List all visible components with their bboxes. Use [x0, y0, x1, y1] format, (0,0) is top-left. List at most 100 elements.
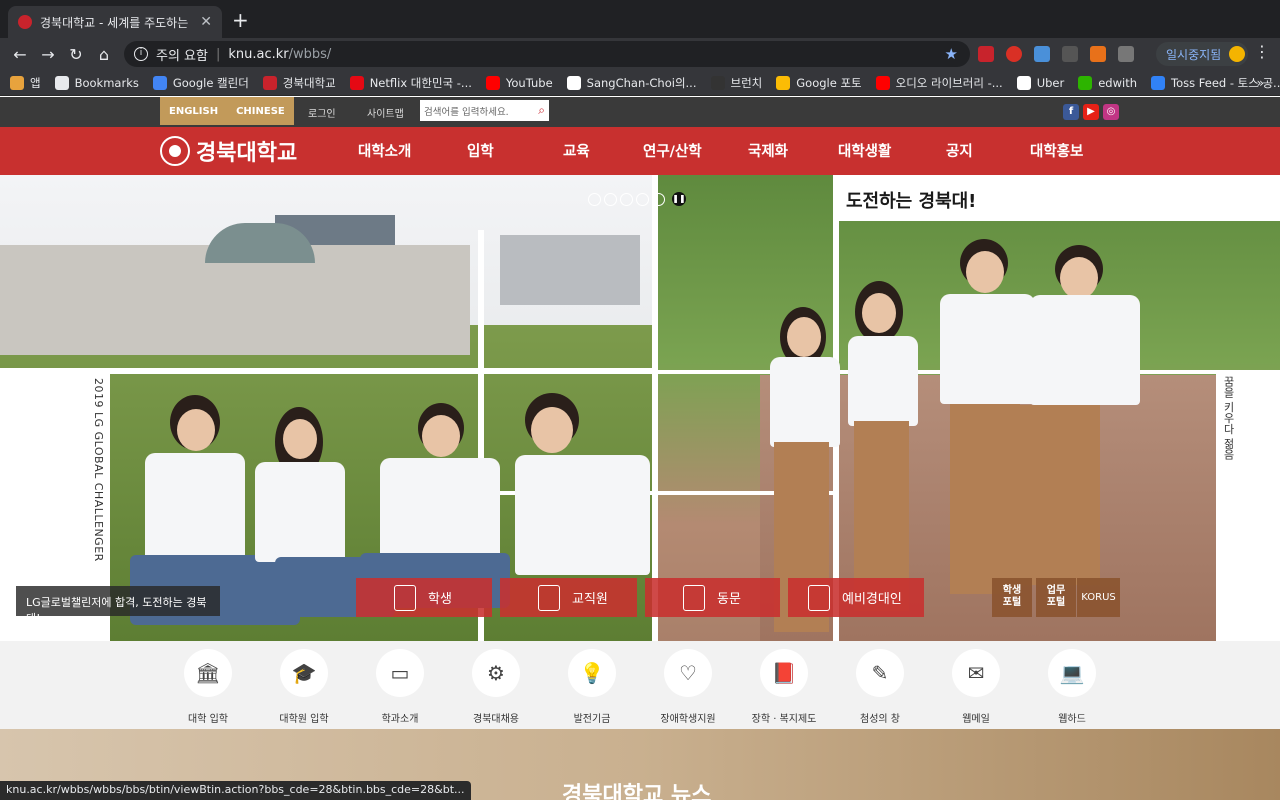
address-bar[interactable]: i 주의 요함 | knu.ac.kr/wbbs/ ★ — [124, 41, 970, 67]
more-menu-icon[interactable]: ⋮ — [1254, 42, 1270, 61]
news-title: 경북대학교 뉴스 — [562, 783, 712, 800]
forward-arrow-icon[interactable]: → — [34, 45, 62, 64]
bookmark-item[interactable]: Bookmarks — [54, 75, 139, 90]
prospective-icon — [808, 584, 830, 611]
quick-link-label: 첨성의 창 — [860, 714, 900, 725]
quick-link-label: 웹하드 — [1058, 714, 1086, 725]
quick-link-label: 경북대채용 — [473, 714, 519, 725]
lang-chinese[interactable]: CHINESE — [227, 106, 294, 117]
adblock-icon[interactable] — [1006, 46, 1022, 62]
extension-icon[interactable] — [1118, 46, 1134, 62]
quick-link-item[interactable]: 📕 장학 · 복지제도 — [736, 649, 832, 725]
youtube-icon[interactable]: ▶ — [1083, 104, 1099, 120]
close-tab-icon[interactable]: ✕ — [200, 14, 212, 30]
bookmark-label: edwith — [1098, 75, 1138, 90]
quick-link-item[interactable]: 🏛 대학 입학 — [160, 649, 256, 725]
lang-english[interactable]: ENGLISH — [160, 106, 227, 117]
laptop-icon: 💻 — [1048, 649, 1096, 697]
quick-student-button[interactable]: 학생 — [356, 578, 492, 617]
facebook-icon[interactable]: f — [1063, 104, 1079, 120]
google-icon — [566, 75, 581, 90]
menu-admission[interactable]: 입학 — [467, 140, 494, 161]
quick-link-item[interactable]: 🎓 대학원 입학 — [256, 649, 352, 725]
student-portal-button[interactable]: 학생 포털 — [992, 578, 1032, 617]
slider-dot[interactable] — [652, 192, 665, 206]
bookmark-item[interactable]: 오디오 라이브러리 -... — [875, 75, 1003, 91]
bookmark-item[interactable]: Uber — [1016, 75, 1064, 90]
toss-icon — [1151, 75, 1166, 90]
hero-vertical-text-right: 꿈을 키우다 젊음 — [1222, 376, 1235, 460]
quick-link-item[interactable]: 💡 발전기금 — [544, 649, 640, 725]
site-search-input[interactable]: 검색어를 입력하세요. ⌕ — [420, 100, 549, 121]
bookmark-item[interactable]: 경북대학교 — [262, 75, 336, 91]
quick-link-label: 웹메일 — [962, 714, 990, 725]
bookmark-item[interactable]: YouTube — [485, 75, 553, 90]
bookmark-item[interactable]: 앱 — [10, 75, 41, 91]
knu-icon — [262, 75, 277, 90]
bookmark-star-icon[interactable]: ★ — [945, 45, 958, 63]
korus-button[interactable]: KORUS — [1077, 578, 1120, 617]
menu-about[interactable]: 대학소개 — [358, 140, 411, 161]
quick-staff-button[interactable]: 교직원 — [500, 578, 637, 617]
back-arrow-icon[interactable]: ← — [6, 45, 34, 64]
site-logo[interactable]: 경북대학교 — [160, 135, 297, 167]
hero-slogan: 도전하는 경북대! — [846, 191, 977, 212]
new-tab-button[interactable]: + — [232, 10, 249, 30]
download-icon[interactable] — [1034, 46, 1050, 62]
search-icon[interactable]: ⌕ — [538, 103, 545, 118]
bookmark-item[interactable]: 브런치 — [710, 75, 763, 91]
quick-link-label: 장학 · 복지제도 — [751, 714, 817, 725]
quick-link-item[interactable]: ▭ 학과소개 — [352, 649, 448, 725]
menu-research[interactable]: 연구/산학 — [643, 140, 702, 161]
menu-education[interactable]: 교육 — [563, 140, 590, 161]
book-icon: 📕 — [760, 649, 808, 697]
bookmark-label: 오디오 라이브러리 -... — [895, 75, 1003, 90]
instagram-icon[interactable]: ◎ — [1103, 104, 1119, 120]
bookmark-label: Google 포토 — [796, 75, 862, 90]
home-icon[interactable]: ⌂ — [90, 45, 118, 64]
extension-icon[interactable] — [978, 46, 994, 62]
bookmark-item[interactable]: SangChan-Choi의... — [566, 75, 697, 91]
menu-campus-life[interactable]: 대학생활 — [838, 140, 891, 161]
browser-toolbar: ← → ↻ ⌂ i 주의 요함 | knu.ac.kr/wbbs/ ★ — [0, 38, 1280, 70]
quick-link-label: 대학 입학 — [188, 714, 228, 725]
bookmark-label: 브런치 — [730, 75, 763, 90]
quick-alumni-button[interactable]: 동문 — [645, 578, 780, 617]
quick-link-item[interactable]: 💻 웹하드 — [1024, 649, 1120, 725]
sitemap-link[interactable]: 사이트맵 — [367, 105, 404, 120]
quick-link-item[interactable]: ⚙ 경북대채용 — [448, 649, 544, 725]
profile-button[interactable]: 일시중지됨 — [1156, 42, 1248, 66]
slider-dot[interactable] — [604, 192, 617, 206]
info-icon[interactable]: i — [134, 47, 148, 61]
work-portal-button[interactable]: 업무 포털 — [1036, 578, 1076, 617]
pause-icon[interactable]: ❚❚ — [672, 192, 686, 206]
slider-pager: ❚❚ — [588, 192, 686, 206]
hero-caption[interactable]: LG글로벌챌린저에 합격, 도전하는 경북대! — [16, 586, 220, 625]
quick-link-item[interactable]: ✉ 웹메일 — [928, 649, 1024, 725]
quick-link-item[interactable]: ♡ 장애학생지원 — [640, 649, 736, 725]
quick-link-item[interactable]: ✎ 첨성의 창 — [832, 649, 928, 725]
bookmarks-more-icon[interactable]: » — [1257, 76, 1264, 90]
mail-icon: ✉ — [952, 649, 1000, 697]
login-link[interactable]: 로그인 — [308, 105, 336, 120]
menu-notice[interactable]: 공지 — [946, 140, 973, 161]
extension-icon[interactable] — [1062, 46, 1078, 62]
browser-tab[interactable]: 경북대학교 - 세계를 주도하는 첨성인 ✕ — [8, 6, 222, 38]
menu-international[interactable]: 국제화 — [748, 140, 788, 161]
heart-plus-icon: ♡ — [664, 649, 712, 697]
knu-favicon-icon — [18, 15, 32, 29]
bookmark-item[interactable]: Google 캘린더 — [152, 75, 249, 91]
language-switch: ENGLISH CHINESE — [160, 97, 294, 125]
reload-icon[interactable]: ↻ — [62, 45, 90, 64]
lightbulb-icon: 💡 — [568, 649, 616, 697]
extension-icon[interactable] — [1090, 46, 1106, 62]
quick-link-label: 발전기금 — [573, 714, 611, 725]
slider-dot[interactable] — [620, 192, 633, 206]
slider-dot[interactable] — [636, 192, 649, 206]
bookmark-item[interactable]: Netflix 대한민국 -... — [349, 75, 472, 91]
slider-dot[interactable] — [588, 192, 601, 206]
bookmark-item[interactable]: edwith — [1078, 75, 1138, 90]
bookmark-item[interactable]: Google 포토 — [776, 75, 862, 91]
quick-prospective-button[interactable]: 예비경대인 — [788, 578, 924, 617]
menu-pr[interactable]: 대학홍보 — [1030, 140, 1083, 161]
